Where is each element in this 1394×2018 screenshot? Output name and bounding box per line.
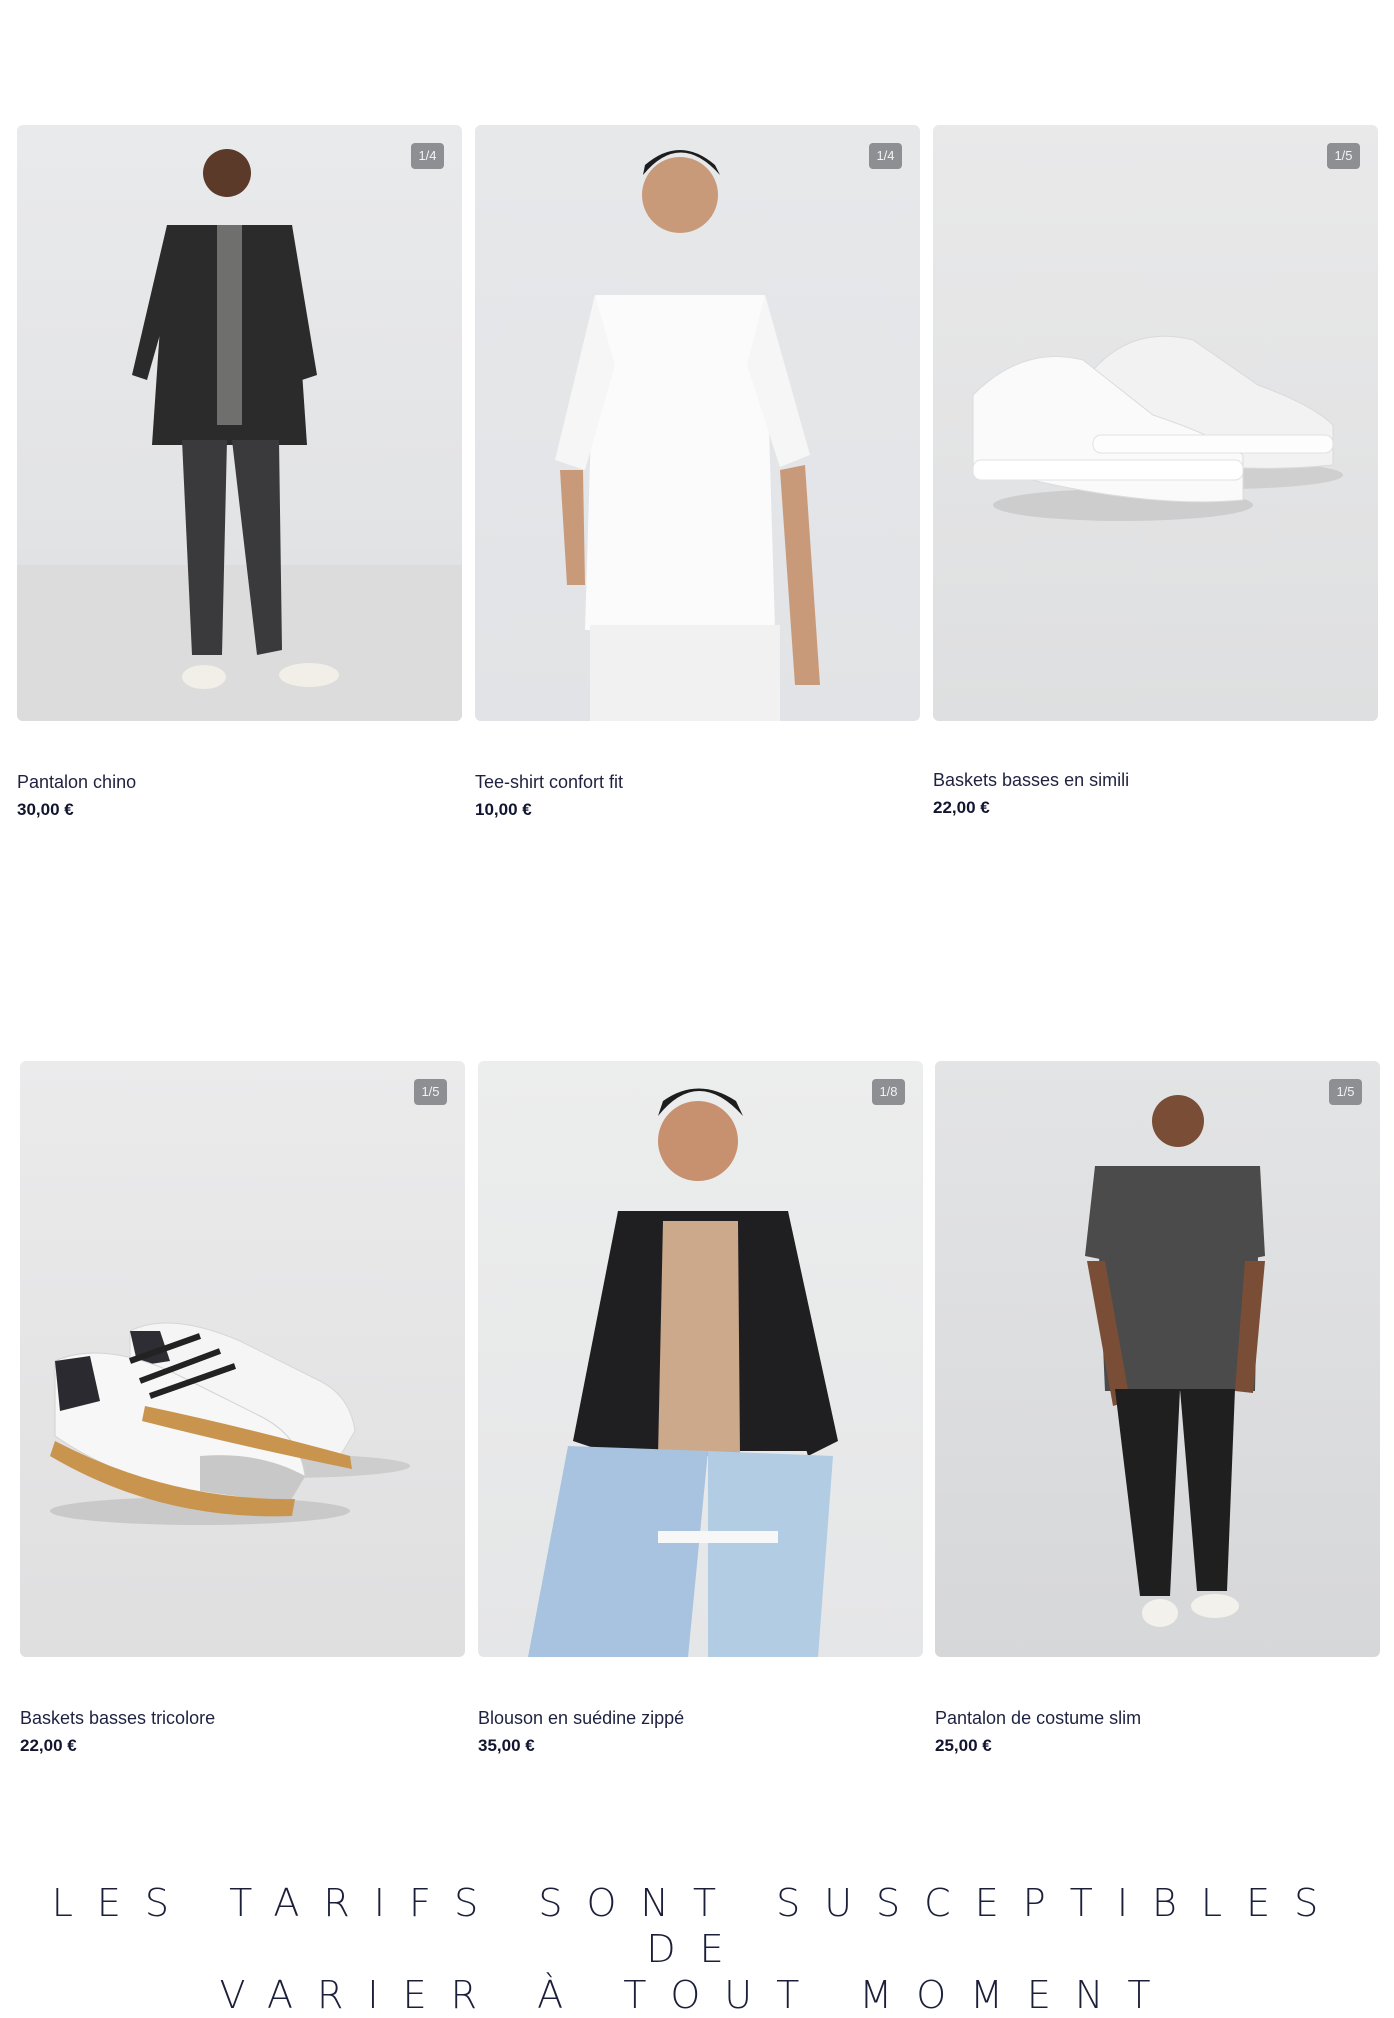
price-disclaimer: LES TARIFS SONT SUSCEPTIBLES DE VARIER À…: [0, 1880, 1394, 2018]
product-name[interactable]: Blouson en suédine zippé: [478, 1708, 684, 1729]
man-dark-shirt-chino-photo: [17, 149, 462, 721]
white-sneakers-photo: [972, 335, 1343, 521]
product-price: 25,00 €: [935, 1736, 992, 1755]
product-name[interactable]: Baskets basses en simili: [933, 770, 1129, 791]
product-price: 10,00 €: [475, 800, 532, 819]
product-image[interactable]: 1/4: [475, 125, 920, 721]
tricolor-sneakers-photo: [50, 1322, 410, 1525]
product-name[interactable]: Baskets basses tricolore: [20, 1708, 215, 1729]
product-image[interactable]: 1/5: [935, 1061, 1380, 1657]
product-name[interactable]: Pantalon chino: [17, 772, 136, 793]
product-image[interactable]: 1/5: [933, 125, 1378, 721]
product-price: 22,00 €: [933, 798, 990, 817]
product-image[interactable]: 1/8: [478, 1061, 923, 1657]
product-image[interactable]: 1/4: [17, 125, 462, 721]
price-disclaimer-line-2: VARIER À TOUT MOMENT: [219, 1973, 1175, 2017]
product-card[interactable]: 1/5 Baskets basses tricolore 22,00 €: [20, 1061, 465, 1761]
product-card[interactable]: 1/5 Pantalon de costume slim 25,00 €: [935, 1061, 1380, 1761]
product-card[interactable]: 1/4 Tee-shirt confort fit 10,00 €: [475, 125, 920, 825]
man-white-tshirt-photo: [555, 150, 820, 721]
image-counter-badge: 1/4: [869, 143, 902, 169]
image-counter-badge: 1/5: [1327, 143, 1360, 169]
man-grey-tshirt-slim-pants-photo: [1085, 1095, 1265, 1627]
image-counter-badge: 1/4: [411, 143, 444, 169]
product-card[interactable]: 1/8 Blouson en suédine zippé 35,00 €: [478, 1061, 923, 1761]
product-card[interactable]: 1/4 Pantalon chino 30,00 €: [17, 125, 462, 825]
product-price: 35,00 €: [478, 1736, 535, 1755]
product-image[interactable]: 1/5: [20, 1061, 465, 1657]
price-disclaimer-line-1: LES TARIFS SONT SUSCEPTIBLES DE: [51, 1881, 1343, 1971]
man-suede-jacket-photo: [528, 1088, 838, 1657]
image-counter-badge: 1/5: [414, 1079, 447, 1105]
image-counter-badge: 1/5: [1329, 1079, 1362, 1105]
image-counter-badge: 1/8: [872, 1079, 905, 1105]
product-price: 22,00 €: [20, 1736, 77, 1755]
product-price: 30,00 €: [17, 800, 74, 819]
product-name[interactable]: Tee-shirt confort fit: [475, 772, 623, 793]
product-card[interactable]: 1/5 Baskets basses en simili 22,00 €: [933, 125, 1378, 825]
product-name[interactable]: Pantalon de costume slim: [935, 1708, 1141, 1729]
